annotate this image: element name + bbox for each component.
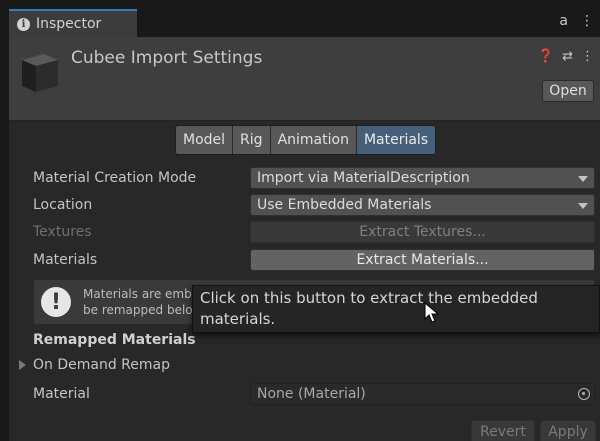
info-icon: i xyxy=(17,17,30,31)
inspector-panel: Cubee Import Settings ❓ ⇄ ⋮ Open Model R… xyxy=(9,37,600,441)
material-creation-mode-row: Material Creation Mode Import via Materi… xyxy=(9,166,600,190)
material-creation-mode-value: Import via MaterialDescription xyxy=(257,170,470,186)
material-creation-mode-label: Material Creation Mode xyxy=(33,170,197,186)
importer-tabs: Model Rig Animation Materials xyxy=(175,125,437,155)
extract-materials-button[interactable]: Extract Materials... xyxy=(250,249,595,271)
object-picker-icon[interactable] xyxy=(578,388,590,400)
kebab-menu-icon[interactable]: ⋮ xyxy=(581,49,594,64)
foldout-arrow-icon xyxy=(19,360,26,370)
tooltip: Click on this button to extract the embe… xyxy=(192,285,600,333)
help-text-line: Materials are emb xyxy=(83,287,192,301)
dropdown-arrow-icon xyxy=(578,176,588,182)
location-dropdown[interactable]: Use Embedded Materials xyxy=(250,194,595,216)
apply-button[interactable]: Apply xyxy=(540,420,596,441)
materials-label: Materials xyxy=(33,252,98,268)
warning-icon: ! xyxy=(41,287,71,317)
material-creation-mode-dropdown[interactable]: Import via MaterialDescription xyxy=(250,167,595,189)
on-demand-remap-foldout[interactable]: On Demand Remap xyxy=(19,357,170,373)
location-row: Location Use Embedded Materials xyxy=(9,193,600,217)
tab-materials[interactable]: Materials xyxy=(356,126,436,154)
help-text: Materials are emb be remapped belo xyxy=(83,286,193,318)
tab-animation[interactable]: Animation xyxy=(270,126,357,154)
revert-button[interactable]: Revert xyxy=(471,420,535,441)
tab-label: Inspector xyxy=(36,16,102,32)
menu-icon[interactable]: ⋮ xyxy=(580,13,594,29)
tabbar-controls: a ⋮ xyxy=(559,13,594,29)
material-object-field[interactable]: None (Material) xyxy=(250,383,595,405)
extract-textures-button: Extract Textures... xyxy=(250,221,595,243)
import-settings-header: Cubee Import Settings ❓ ⇄ ⋮ Open xyxy=(9,37,600,121)
tab-inspector[interactable]: i Inspector xyxy=(9,9,137,37)
textures-label: Textures xyxy=(33,224,92,240)
presets-icon[interactable]: ⇄ xyxy=(562,49,573,64)
lock-icon[interactable]: a xyxy=(559,13,568,29)
cube-icon xyxy=(22,54,58,92)
materials-row: Materials Extract Materials... xyxy=(9,248,600,272)
tab-bar: i Inspector a ⋮ xyxy=(9,9,600,37)
textures-row: Textures Extract Textures... xyxy=(9,220,600,244)
remapped-materials-title: Remapped Materials xyxy=(33,332,196,348)
help-text-line: be remapped belo xyxy=(83,303,193,317)
tab-rig[interactable]: Rig xyxy=(233,126,271,154)
open-button[interactable]: Open xyxy=(542,80,594,102)
foldout-label: On Demand Remap xyxy=(33,357,170,373)
dropdown-arrow-icon xyxy=(578,203,588,209)
header-icons: ❓ ⇄ ⋮ xyxy=(538,49,594,64)
material-label: Material xyxy=(33,386,90,402)
location-value: Use Embedded Materials xyxy=(257,197,432,213)
header-title: Cubee Import Settings xyxy=(71,48,263,68)
help-icon[interactable]: ❓ xyxy=(538,49,554,64)
material-object-value: None (Material) xyxy=(257,386,366,402)
location-label: Location xyxy=(33,197,93,213)
mouse-cursor-icon xyxy=(424,302,440,323)
tab-model[interactable]: Model xyxy=(176,126,234,154)
